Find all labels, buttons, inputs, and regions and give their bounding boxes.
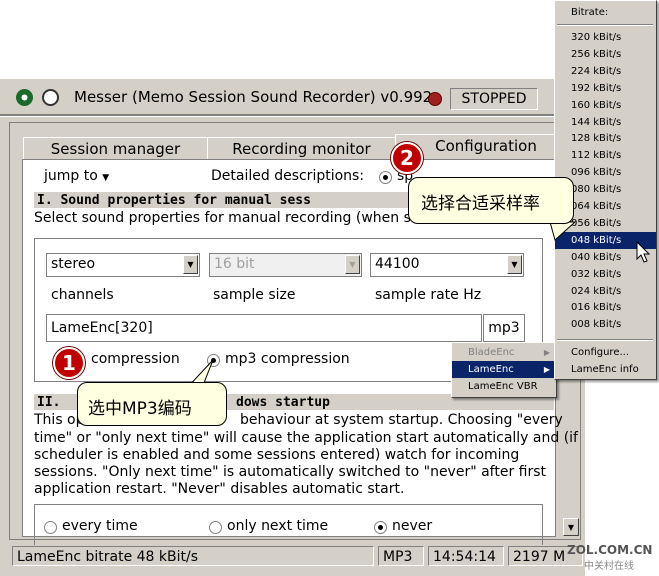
clock-icon[interactable] (42, 89, 59, 106)
section1-description: Select sound properties for manual recor… (34, 210, 437, 226)
section2-line4: sessions. "Only next time" is automatica… (34, 464, 547, 480)
dropdown-arrow-icon: ▼ (102, 173, 110, 183)
mp3-encoder-button[interactable]: mp3 (483, 314, 525, 342)
dropdown-arrow-icon: ▼ (183, 255, 198, 274)
app-icon[interactable] (16, 89, 33, 106)
detailed-descriptions-label: Detailed descriptions: (211, 168, 365, 184)
status-bitrate: LameEnc bitrate 48 kBit/s (12, 546, 374, 566)
tab-recording-monitor[interactable]: Recording monitor (207, 137, 396, 160)
channels-label: channels (51, 287, 114, 303)
only-next-time-radio[interactable] (209, 521, 222, 534)
menu-item-configure[interactable]: Configure... (555, 344, 656, 361)
bitrate-option[interactable]: 024 kBit/s (555, 283, 656, 300)
bitrate-option[interactable]: 224 kBit/s (555, 63, 656, 80)
record-status-icon (428, 92, 442, 106)
window-title: Messer (Memo Session Sound Recorder) v0.… (74, 88, 433, 106)
section1-heading: I. Sound properties for manual sess (37, 193, 311, 208)
jump-to-menu[interactable]: jump to ▼ (44, 168, 109, 184)
watermark-sub: 中关村在线 (584, 561, 634, 572)
encoder-field[interactable]: LameEnc[320] (46, 314, 482, 342)
state-indicator: STOPPED (450, 88, 538, 110)
section2-line5: application restart. "Never" disables au… (34, 481, 405, 497)
status-format: MP3 (378, 546, 424, 566)
section2-heading-start: II. (37, 395, 61, 410)
title-separator (0, 114, 585, 117)
bitrate-option[interactable]: 032 kBit/s (555, 266, 656, 283)
callout-2-text: 选择合适采样率 (421, 194, 540, 214)
callout-2-number: 2 (391, 142, 423, 174)
bitrate-option[interactable]: 320 kBit/s (555, 29, 656, 46)
encoder-menu: BladeEnc ▶ LameEnc ▶ LameEnc VBR (451, 342, 557, 398)
every-time-radio[interactable] (44, 521, 57, 534)
compression-radio-label: compression (91, 351, 180, 367)
watermark-site: ZOL.COM.CN (567, 543, 653, 557)
dropdown-arrow-icon: ▼ (507, 255, 522, 274)
callout-1-text: 选中MP3编码 (88, 399, 192, 419)
scroll-down-button[interactable]: ▼ (563, 518, 579, 536)
callout-1-number: 1 (53, 347, 85, 379)
mp3-compression-label: mp3 compression (225, 351, 350, 367)
sample-size-select[interactable]: 16 bit ▼ (209, 253, 362, 277)
bitrate-option[interactable]: 160 kBit/s (555, 97, 656, 114)
section2-line2: time" or "only next time" will cause the… (34, 430, 578, 446)
section2-heading-end: dows startup (236, 395, 330, 410)
dropdown-arrow-icon: ▼ (345, 255, 360, 274)
bitrate-option[interactable]: 256 kBit/s (555, 46, 656, 63)
bitrate-option[interactable]: 144 kBit/s (555, 114, 656, 131)
detailed-descriptions-radio[interactable] (379, 171, 392, 184)
menu-item-lameenc-vbr[interactable]: LameEnc VBR (452, 378, 556, 395)
sample-rate-label: sample rate Hz (375, 287, 482, 303)
menu-item-lameenc-info[interactable]: LameEnc info (555, 361, 656, 378)
callout-2-bubble: 选择合适采样率 (408, 177, 574, 224)
menu-separator (557, 24, 653, 26)
bitrate-option[interactable]: 016 kBit/s (555, 299, 656, 316)
bitrate-option[interactable]: 192 kBit/s (555, 80, 656, 97)
bitrate-option[interactable]: 008 kBit/s (555, 316, 656, 333)
section2-line3: scheduler is enabled and some sessions e… (34, 447, 520, 463)
menu-item-lameenc[interactable]: LameEnc ▶ (452, 361, 556, 378)
every-time-label: every time (62, 518, 138, 534)
section2-line1-end: behaviour at system startup. Choosing "e… (240, 412, 563, 428)
menu-item-bladeenc[interactable]: BladeEnc ▶ (452, 344, 556, 361)
callout-1-bubble: 选中MP3编码 (77, 382, 227, 426)
bitrate-menu-header: Bitrate: (571, 7, 609, 18)
sample-rate-select[interactable]: 44100 ▼ (370, 253, 524, 277)
tab-session-manager[interactable]: Session manager (23, 137, 208, 160)
channels-select[interactable]: stereo ▼ (46, 253, 200, 277)
status-time: 14:54:14 (428, 546, 504, 566)
menu-separator (557, 339, 653, 341)
never-label: never (392, 518, 433, 534)
never-radio[interactable] (374, 521, 387, 534)
sample-size-label: sample size (213, 287, 296, 303)
bitrate-option[interactable]: 128 kBit/s (555, 130, 656, 147)
only-next-time-label: only next time (227, 518, 329, 534)
